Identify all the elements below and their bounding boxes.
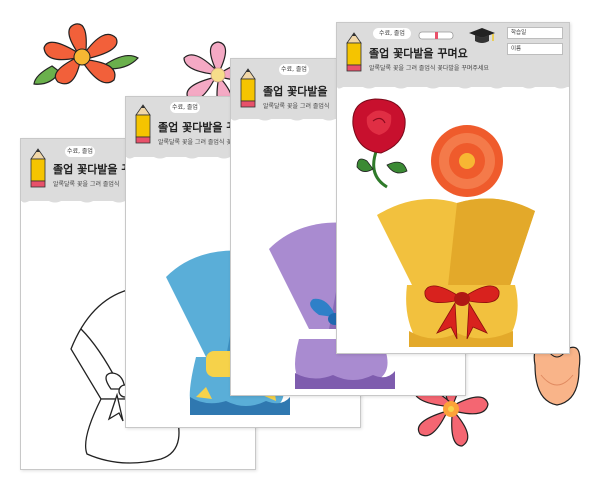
graduation-cap-icon: [469, 28, 495, 43]
pencil-icon: [30, 148, 46, 188]
worksheet-gold: 수료, 졸업 학습일 이름 졸업 꽃다발을 꾸며요 알록달록 꽃을 그려 졸업식…: [336, 22, 570, 354]
pencil-icon: [346, 32, 362, 72]
tag-label: 수료, 졸업: [279, 64, 309, 75]
tag-label: 수료, 졸업: [373, 28, 411, 39]
carnation-icon: [431, 125, 503, 197]
diploma-icon: [418, 31, 454, 40]
pencil-icon: [240, 68, 256, 108]
orange-hibiscus-icon: [33, 23, 139, 85]
worksheet-subtitle: 알록달록 꽃을 그려 졸업식: [53, 181, 120, 188]
tag-label: 수료, 졸업: [170, 102, 200, 113]
worksheet-subtitle: 알록달록 꽃을 그려 졸업식: [263, 103, 330, 110]
date-field[interactable]: 학습일: [507, 27, 563, 39]
worksheet-title: 졸업 꽃다발을 꾸며요: [369, 47, 468, 60]
worksheet-subtitle: 알록달록 꽃을 그려 졸업식 꽃다발을 꾸며주세요: [369, 65, 489, 72]
worksheet-title: 졸업 꽃다발을 꾸: [53, 163, 132, 176]
worksheet-title: 졸업 꽃다발을 꾸: [158, 121, 237, 134]
worksheet-title: 졸업 꽃다발을: [263, 85, 328, 98]
tag-label: 수료, 졸업: [65, 146, 95, 157]
worksheet-subtitle: 알록달록 꽃을 그려 졸업식 꽃: [158, 139, 232, 146]
name-field[interactable]: 이름: [507, 43, 563, 55]
red-rose-icon: [352, 98, 408, 189]
bouquet-gold: [352, 98, 535, 347]
pencil-icon: [135, 104, 151, 144]
